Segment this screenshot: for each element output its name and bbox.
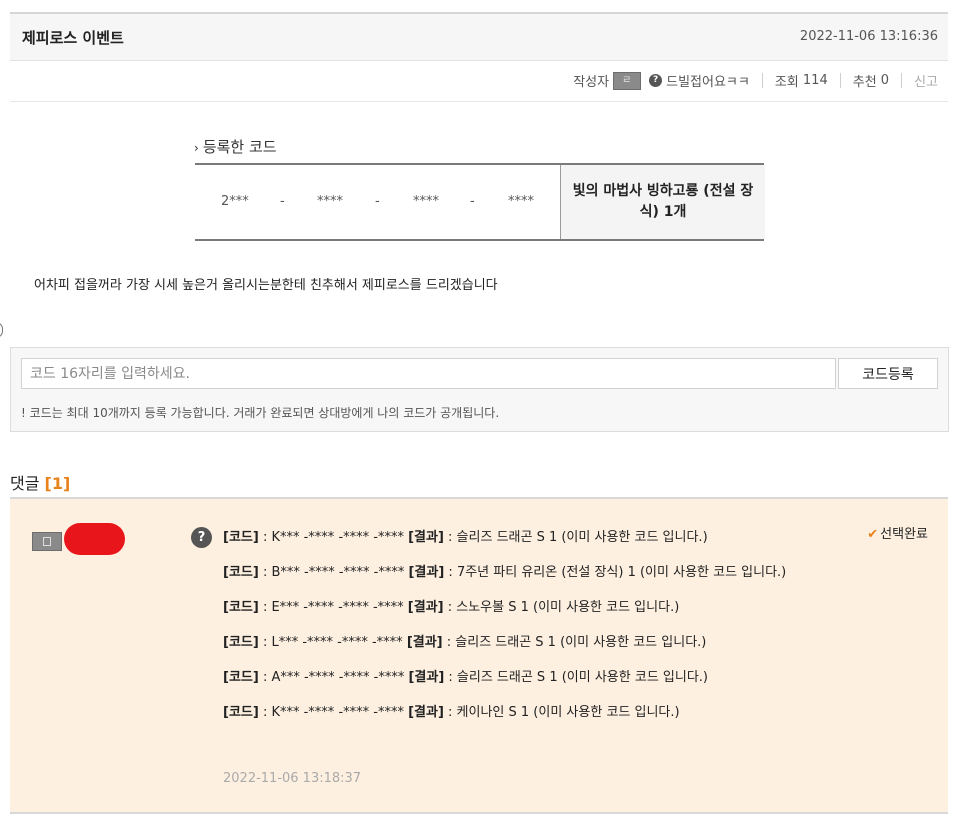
code-label: [코드] bbox=[223, 670, 259, 685]
post-date: 2022-11-06 13:16:36 bbox=[799, 29, 938, 44]
code-reward: 빛의 마법사 빙하고룡 (전설 장식) 1개 bbox=[560, 165, 765, 239]
divider bbox=[761, 73, 763, 88]
result-label: [결과] bbox=[408, 705, 444, 720]
result-text: : 케이나인 S 1 (이미 사용한 코드 입니다.) bbox=[443, 705, 680, 720]
result-label: [결과] bbox=[408, 565, 445, 580]
selected-status-text: 선택완료 bbox=[880, 527, 928, 542]
code-text: : E*** -**** -**** -**** bbox=[258, 600, 408, 615]
code-separator: - bbox=[470, 194, 475, 209]
code-register-box: 코드등록 ! 코드는 최대 10개까지 등록 가능합니다. 거래가 완료되면 상… bbox=[10, 347, 949, 432]
post-body-text: 어차피 접을꺼라 가장 시세 높은거 올리시는분한테 친추해서 제피로스를 드리… bbox=[34, 278, 498, 293]
code-text: : K*** -**** -**** -**** bbox=[258, 530, 409, 545]
code-section-title-text: 등록한 코드 bbox=[202, 138, 277, 156]
report-button[interactable]: 신고 bbox=[914, 71, 938, 90]
code-label: [코드] bbox=[223, 705, 259, 720]
result-text: : 슬리즈 드래곤 S 1 (이미 사용한 코드 입니다.) bbox=[443, 530, 708, 545]
level-badge-icon bbox=[32, 532, 62, 551]
code-register-button[interactable]: 코드등록 bbox=[838, 358, 938, 389]
divider bbox=[839, 73, 841, 88]
code-value: 2*** - **** - **** - **** bbox=[195, 165, 560, 239]
check-icon: ✔ bbox=[867, 527, 879, 542]
comment-code-line: [코드] : K*** -**** -**** -**** [결과] : 케이나… bbox=[223, 704, 823, 722]
chevron-right-icon: › bbox=[194, 141, 199, 155]
selected-status: ✔ 선택완료 bbox=[867, 523, 928, 542]
code-separator: - bbox=[375, 194, 380, 209]
author-name[interactable]: 드빌접어요ㅋㅋ bbox=[666, 71, 750, 90]
comment-content: [코드] : K*** -**** -**** -**** [결과] : 슬리즈… bbox=[223, 529, 823, 739]
code-part: 2*** bbox=[221, 194, 249, 209]
result-label: [결과] bbox=[407, 600, 444, 615]
partial-icon bbox=[0, 322, 3, 338]
code-separator: - bbox=[280, 194, 285, 209]
code-label: [코드] bbox=[223, 565, 259, 580]
comments-heading-text: 댓글 bbox=[10, 474, 40, 493]
code-part: **** bbox=[508, 194, 534, 209]
code-label: [코드] bbox=[223, 530, 259, 545]
comments-count: [1] bbox=[44, 474, 71, 493]
redacted-username bbox=[64, 523, 125, 555]
result-text: : 슬리즈 드래곤 S 1 (이미 사용한 코드 입니다.) bbox=[444, 670, 708, 685]
code-text: : L*** -**** -**** -**** bbox=[258, 635, 407, 650]
code-input[interactable] bbox=[21, 358, 836, 389]
comment-code-line: [코드] : B*** -**** -**** -**** [결과] : 7주년… bbox=[223, 564, 823, 582]
code-label: [코드] bbox=[223, 635, 259, 650]
code-part: **** bbox=[317, 194, 343, 209]
comment-code-line: [코드] : K*** -**** -**** -**** [결과] : 슬리즈… bbox=[223, 529, 823, 547]
code-text: : A*** -**** -**** -**** bbox=[258, 670, 409, 685]
views-count: 114 bbox=[802, 73, 828, 88]
code-section-title: › 등록한 코드 bbox=[194, 136, 277, 157]
comment-item: ? ✔ 선택완료 [코드] : K*** -**** -**** -**** [결… bbox=[10, 497, 948, 814]
comment-code-line: [코드] : L*** -**** -**** -**** [결과] : 슬리즈… bbox=[223, 634, 823, 652]
code-part: **** bbox=[413, 194, 439, 209]
question-icon: ? bbox=[649, 74, 663, 87]
post-header: 제피로스 이벤트 2022-11-06 13:16:36 bbox=[10, 12, 948, 61]
post-meta: 작성자 ? 드빌접어요ㅋㅋ 조회 114 추천 0 신고 bbox=[10, 59, 948, 102]
comment-code-line: [코드] : E*** -**** -**** -**** [결과] : 스노우… bbox=[223, 599, 823, 617]
likes-count: 0 bbox=[880, 73, 890, 88]
code-reward-text: 빛의 마법사 빙하고룡 (전설 장식) 1개 bbox=[572, 183, 754, 220]
divider bbox=[901, 73, 903, 88]
post-title: 제피로스 이벤트 bbox=[22, 29, 124, 47]
result-label: [결과] bbox=[408, 530, 444, 545]
register-note: ! 코드는 최대 10개까지 등록 가능합니다. 거래가 완료되면 상대방에게 … bbox=[21, 406, 500, 420]
author-label: 작성자 bbox=[573, 75, 610, 90]
result-text: : 7주년 파티 유리온 (전설 장식) 1 (이미 사용한 코드 입니다.) bbox=[444, 565, 787, 580]
likes-label[interactable]: 추천 bbox=[853, 71, 877, 90]
result-label: [결과] bbox=[408, 670, 445, 685]
question-icon: ? bbox=[191, 527, 212, 548]
registered-code-table: 2*** - **** - **** - **** 빛의 마법사 빙하고룡 (전… bbox=[195, 163, 765, 241]
code-label: [코드] bbox=[223, 600, 259, 615]
views-label: 조회 bbox=[774, 75, 799, 90]
code-text: : B*** -**** -**** -**** bbox=[258, 565, 409, 580]
result-text: : 슬리즈 드래곤 S 1 (이미 사용한 코드 입니다.) bbox=[442, 635, 707, 650]
comment-date: 2022-11-06 13:18:37 bbox=[223, 771, 362, 786]
code-text: : K*** -**** -**** -**** bbox=[258, 705, 409, 720]
comments-heading: 댓글 [1] bbox=[10, 470, 70, 494]
level-badge-icon bbox=[613, 71, 642, 90]
comment-code-line: [코드] : A*** -**** -**** -**** [결과] : 슬리즈… bbox=[223, 669, 823, 687]
result-label: [결과] bbox=[406, 635, 443, 650]
result-text: : 스노우볼 S 1 (이미 사용한 코드 입니다.) bbox=[443, 600, 680, 615]
